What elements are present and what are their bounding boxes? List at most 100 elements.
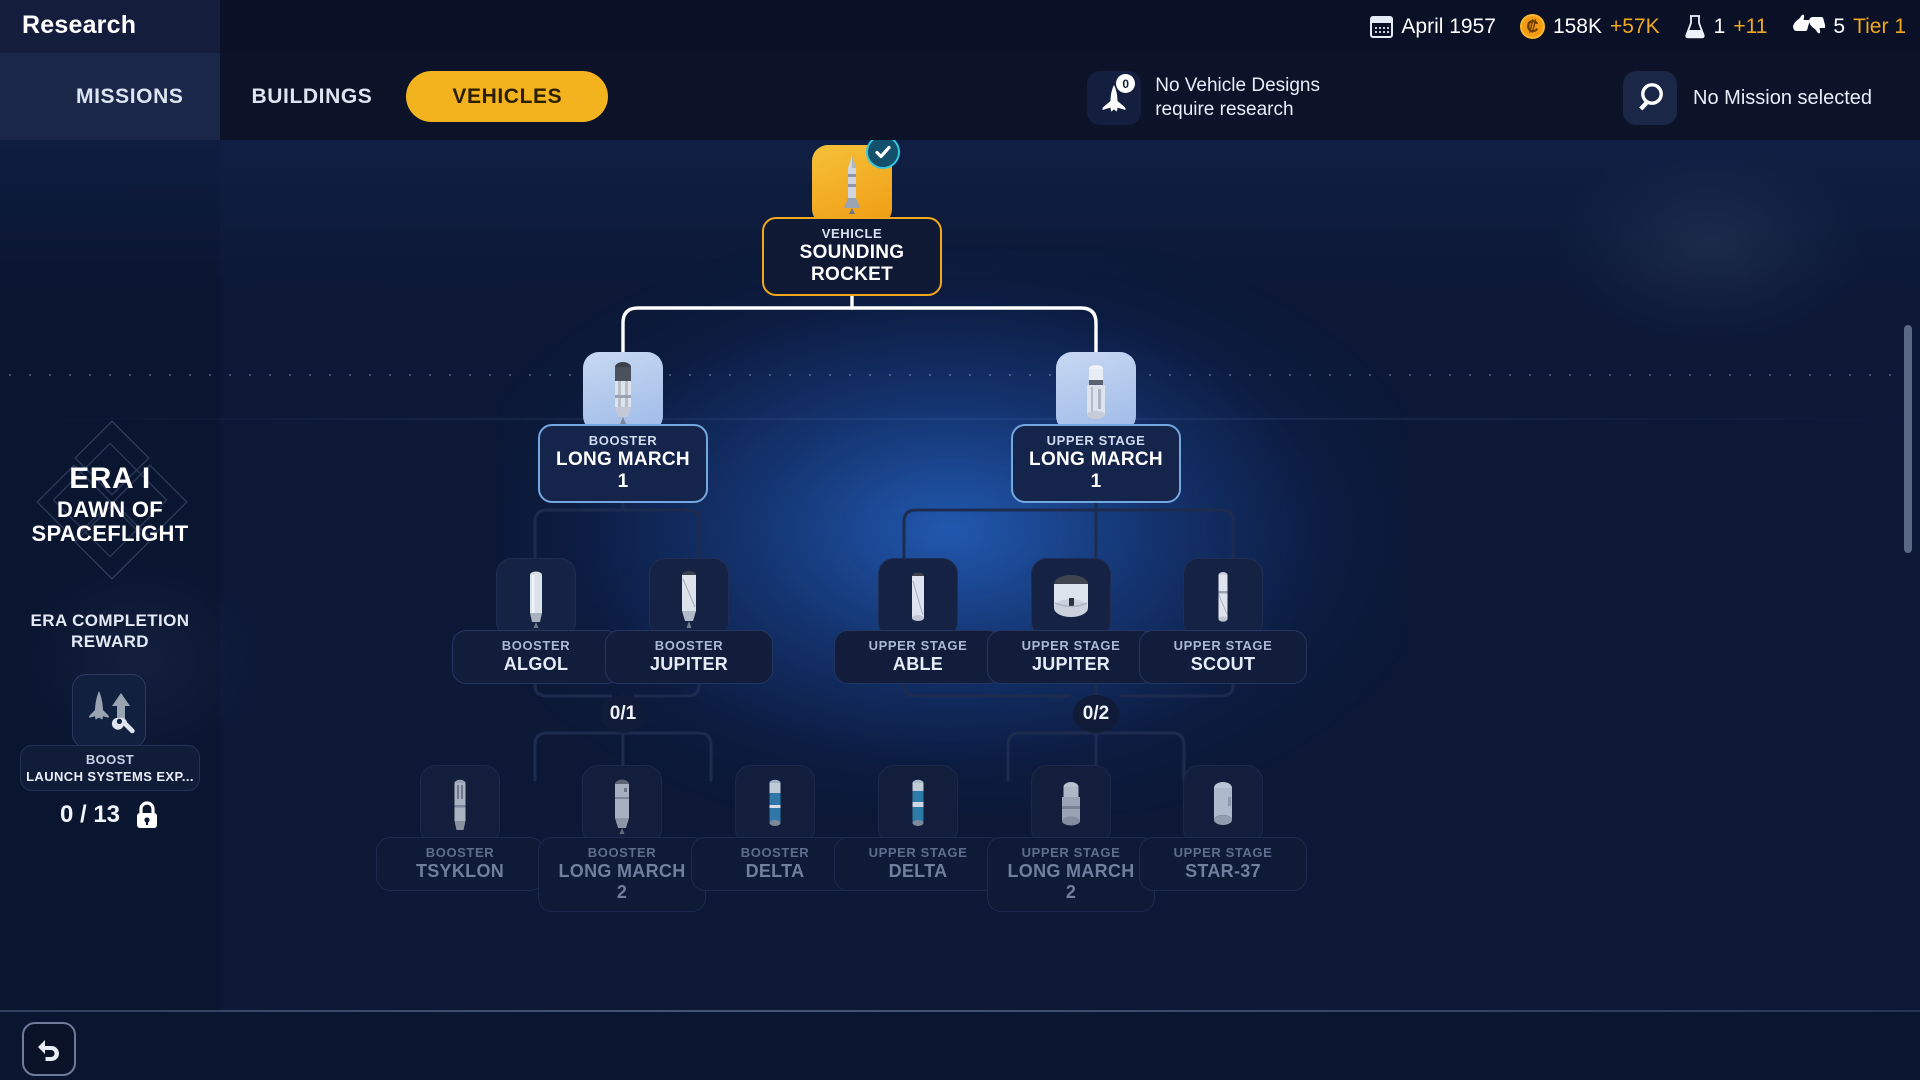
node-booster-tsyklon[interactable]: BOOSTER TSYKLON bbox=[376, 765, 544, 891]
node-thumbnail bbox=[1056, 352, 1136, 432]
lock-icon bbox=[134, 800, 160, 830]
era-progress-value: 0 / 13 bbox=[59, 801, 121, 828]
tab-list: MISSIONS BUILDINGS VEHICLES bbox=[0, 53, 609, 140]
node-label: BOOSTER LONG MARCH 1 bbox=[538, 424, 708, 503]
gate-label: 0/2 bbox=[1082, 703, 1110, 724]
node-booster-long-march-1[interactable]: BOOSTER LONG MARCH 1 bbox=[538, 352, 708, 503]
node-name: LONG MARCH 2 bbox=[558, 861, 686, 902]
node-upper-stage-scout[interactable]: UPPER STAGE SCOUT bbox=[1139, 558, 1307, 684]
node-vehicle-sounding-rocket[interactable]: VEHICLE SOUNDING ROCKET bbox=[762, 135, 942, 296]
vehicle-research-notification[interactable]: 0 No Vehicle Designs require research bbox=[1087, 71, 1320, 125]
node-kind: UPPER STAGE bbox=[868, 638, 968, 653]
back-button[interactable] bbox=[22, 1022, 76, 1076]
node-kind: UPPER STAGE bbox=[1021, 845, 1121, 860]
node-name: STAR-37 bbox=[1185, 861, 1261, 881]
node-kind: BOOSTER bbox=[654, 638, 724, 653]
node-upper-stage-long-march-2[interactable]: UPPER STAGE LONG MARCH 2 bbox=[987, 765, 1155, 912]
node-booster-algol[interactable]: BOOSTER ALGOL bbox=[452, 558, 620, 684]
status-funds: ₡ 158K +57K bbox=[1519, 14, 1660, 39]
status-reputation: 5 Tier 1 bbox=[1791, 13, 1906, 41]
era-reward-chip[interactable]: BOOST LAUNCH SYSTEMS EXP... bbox=[20, 745, 200, 791]
node-name: LONG MARCH 2 bbox=[1007, 861, 1135, 902]
node-thumbnail bbox=[878, 558, 958, 638]
era-subtitle: DAWN OF SPACEFLIGHT bbox=[0, 497, 220, 547]
gate-upper-stage-progress: 0/2 bbox=[1073, 695, 1119, 733]
node-kind: UPPER STAGE bbox=[1173, 638, 1273, 653]
node-label: UPPER STAGE LONG MARCH 1 bbox=[1011, 424, 1181, 503]
tab-vehicles[interactable]: VEHICLES bbox=[406, 71, 609, 122]
gate-booster-progress: 0/1 bbox=[600, 695, 646, 733]
tab-missions[interactable]: MISSIONS bbox=[42, 71, 217, 122]
gate-label: 0/1 bbox=[609, 703, 637, 724]
node-upper-stage-star-37[interactable]: UPPER STAGE STAR-37 bbox=[1139, 765, 1307, 891]
node-name: ABLE bbox=[892, 654, 944, 674]
node-kind: BOOSTER bbox=[588, 433, 658, 448]
era-reward-heading-line-2: REWARD bbox=[71, 632, 149, 652]
node-upper-stage-delta[interactable]: UPPER STAGE DELTA bbox=[834, 765, 1002, 891]
node-upper-stage-long-march-1[interactable]: UPPER STAGE LONG MARCH 1 bbox=[1011, 352, 1181, 503]
node-thumbnail bbox=[1031, 765, 1111, 845]
tab-vehicles-label: VEHICLES bbox=[452, 84, 563, 108]
node-label: UPPER STAGE JUPITER bbox=[987, 630, 1155, 684]
node-name: TSYKLON bbox=[415, 861, 505, 881]
era-subtitle-line-2: SPACEFLIGHT bbox=[31, 521, 189, 547]
tab-missions-label: MISSIONS bbox=[76, 84, 184, 108]
notification-badge: 0 bbox=[1116, 74, 1136, 93]
node-thumbnail bbox=[878, 765, 958, 845]
node-upper-stage-jupiter[interactable]: UPPER STAGE JUPITER bbox=[987, 558, 1155, 684]
scrollbar-track[interactable] bbox=[1904, 150, 1912, 1010]
science-value: 1 bbox=[1713, 14, 1726, 38]
top-bar: Research April 1957 ₡ 158K +57K 1 +11 5 … bbox=[0, 0, 1920, 53]
date-value: April 1957 bbox=[1401, 14, 1496, 38]
search-icon[interactable] bbox=[1623, 71, 1678, 125]
node-booster-long-march-2[interactable]: BOOSTER LONG MARCH 2 bbox=[538, 765, 706, 912]
node-upper-stage-able[interactable]: UPPER STAGE ABLE bbox=[834, 558, 1002, 684]
mission-selector-label: No Mission selected bbox=[1693, 86, 1872, 109]
node-label: VEHICLE SOUNDING ROCKET bbox=[762, 217, 942, 296]
node-kind: BOOSTER bbox=[501, 638, 571, 653]
tab-bar: MISSIONS BUILDINGS VEHICLES 0 No Vehicle… bbox=[0, 53, 1920, 140]
node-thumbnail bbox=[583, 352, 663, 432]
node-thumbnail bbox=[582, 765, 662, 845]
node-name: SCOUT bbox=[1190, 654, 1256, 674]
node-label: BOOSTER ALGOL bbox=[452, 630, 620, 684]
node-name: DELTA bbox=[888, 861, 948, 881]
research-tree: VEHICLE SOUNDING ROCKET BOOSTER LONG MAR… bbox=[220, 135, 1920, 1080]
check-icon bbox=[866, 135, 900, 169]
node-thumbnail bbox=[735, 765, 815, 845]
node-label: BOOSTER JUPITER bbox=[605, 630, 773, 684]
scrollbar-thumb[interactable] bbox=[1904, 325, 1912, 553]
node-kind: BOOSTER bbox=[740, 845, 810, 860]
calendar-icon bbox=[1370, 15, 1394, 38]
node-label: UPPER STAGE ABLE bbox=[834, 630, 1002, 684]
node-name: JUPITER bbox=[1031, 654, 1111, 674]
era-subtitle-line-1: DAWN OF bbox=[57, 497, 163, 522]
research-screen: Research April 1957 ₡ 158K +57K 1 +11 5 … bbox=[0, 0, 1920, 1080]
science-delta: +11 bbox=[1733, 14, 1768, 38]
funds-delta: +57K bbox=[1610, 14, 1660, 38]
node-thumbnail bbox=[1183, 558, 1263, 638]
node-kind: UPPER STAGE bbox=[1046, 433, 1146, 448]
node-kind: UPPER STAGE bbox=[1173, 845, 1273, 860]
notification-line-2: require research bbox=[1155, 99, 1294, 120]
node-label: UPPER STAGE LONG MARCH 2 bbox=[987, 837, 1155, 912]
node-label: BOOSTER LONG MARCH 2 bbox=[538, 837, 706, 912]
era-progress: 0 / 13 bbox=[0, 800, 220, 830]
node-kind: BOOSTER bbox=[587, 845, 657, 860]
node-booster-jupiter[interactable]: BOOSTER JUPITER bbox=[605, 558, 773, 684]
mission-selector[interactable]: No Mission selected bbox=[1623, 71, 1872, 125]
reputation-tier: Tier 1 bbox=[1853, 14, 1906, 38]
node-name: SOUNDING ROCKET bbox=[799, 242, 905, 285]
era-reward-heading: ERA COMPLETION REWARD bbox=[0, 610, 220, 653]
node-thumbnail bbox=[1031, 558, 1111, 638]
tab-buildings[interactable]: BUILDINGS bbox=[217, 71, 406, 122]
status-science: 1 +11 bbox=[1684, 14, 1768, 39]
node-thumbnail bbox=[812, 135, 900, 225]
tab-buildings-label: BUILDINGS bbox=[251, 84, 373, 108]
node-kind: UPPER STAGE bbox=[868, 845, 968, 860]
shuttle-icon: 0 bbox=[1087, 71, 1142, 125]
boost-launch-systems-icon[interactable] bbox=[72, 674, 146, 748]
node-thumbnail bbox=[496, 558, 576, 638]
era-sidebar: ERA I DAWN OF SPACEFLIGHT ERA COMPLETION… bbox=[0, 140, 220, 1080]
node-label: UPPER STAGE DELTA bbox=[834, 837, 1002, 891]
